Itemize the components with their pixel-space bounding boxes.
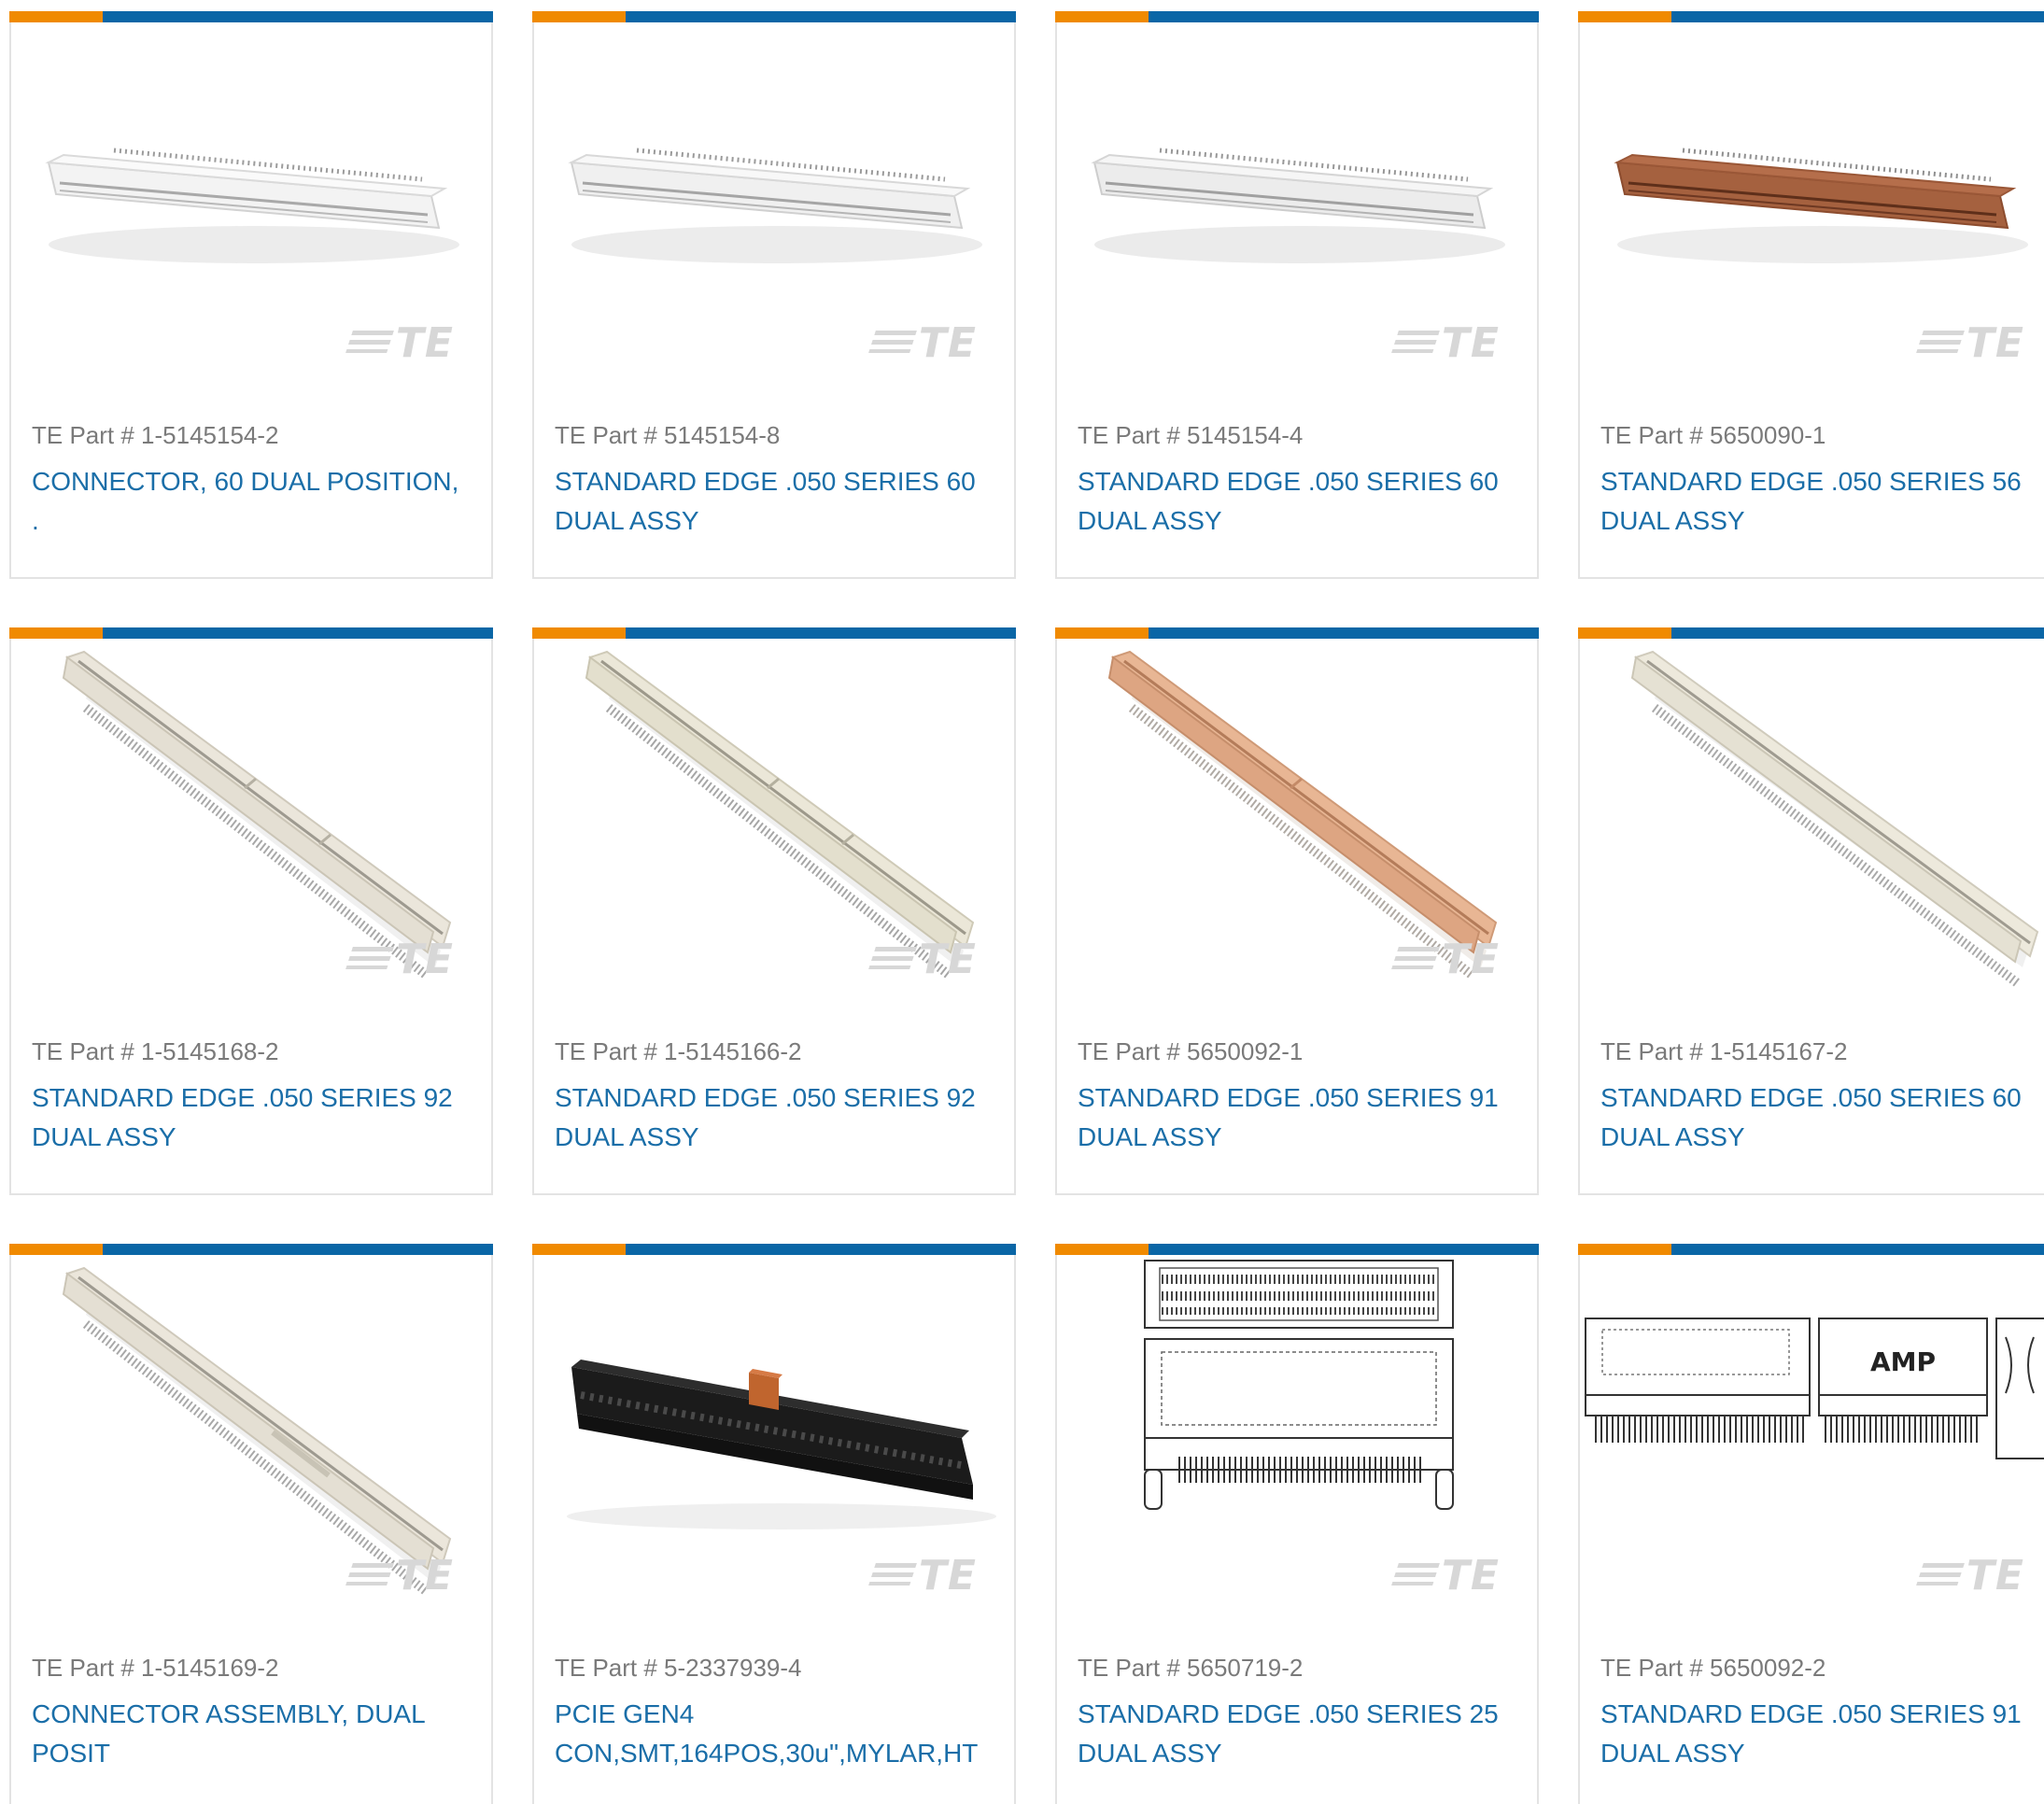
- product-image[interactable]: AMP TE: [1580, 1255, 2044, 1619]
- part-number: TE Part # 5650090-1: [1600, 421, 1826, 449]
- product-title-link[interactable]: STANDARD EDGE .050 SERIES 92 DUAL ASSY: [32, 1078, 471, 1157]
- card-accent-bar: [1578, 627, 2044, 639]
- card-accent-bar: [1055, 11, 1539, 22]
- te-watermark-icon: TE: [345, 936, 454, 983]
- product-card[interactable]: TE TE Part # 5650719-2 STANDARD EDGE .05…: [1055, 1244, 1539, 1804]
- diagonal-connector-cream-icon: [1630, 650, 2039, 988]
- part-number: TE Part # 1-5145168-2: [32, 1037, 279, 1065]
- card-accent-bar: [1578, 11, 2044, 22]
- product-title-link[interactable]: PCIE GEN4 CON,SMT,164POS,30u",MYLAR,HT: [555, 1695, 994, 1773]
- card-accent-bar: [532, 627, 1016, 639]
- card-accent-bar: [532, 1244, 1016, 1255]
- te-watermark-icon: TE: [1391, 1552, 1500, 1600]
- part-number: TE Part # 1-5145154-2: [32, 421, 279, 449]
- product-card[interactable]: TE Part # 1-5145167-2 STANDARD EDGE .050…: [1578, 627, 2044, 1195]
- te-watermark-icon: TE: [345, 1552, 454, 1600]
- product-image[interactable]: TE: [1057, 1255, 1537, 1619]
- card-accent-bar: [1578, 1244, 2044, 1255]
- product-card[interactable]: TE TE Part # 1-5145154-2 CONNECTOR, 60 D…: [9, 11, 493, 579]
- product-title-link[interactable]: STANDARD EDGE .050 SERIES 91 DUAL ASSY: [1600, 1695, 2039, 1773]
- part-number: TE Part # 1-5145167-2: [1600, 1037, 1848, 1065]
- product-image[interactable]: TE: [1057, 639, 1537, 1003]
- part-number: TE Part # 5145154-4: [1078, 421, 1304, 449]
- te-watermark-icon: TE: [345, 319, 454, 367]
- product-title-link[interactable]: CONNECTOR, 60 DUAL POSITION, .: [32, 462, 471, 541]
- product-card[interactable]: TE TE Part # 5145154-8 STANDARD EDGE .05…: [532, 11, 1016, 579]
- card-accent-bar: [9, 11, 493, 22]
- product-card[interactable]: TE TE Part # 5-2337939-4 PCIE GEN4 CON,S…: [532, 1244, 1016, 1804]
- product-image[interactable]: TE: [11, 1255, 491, 1619]
- product-title-link[interactable]: STANDARD EDGE .050 SERIES 60 DUAL ASSY: [1600, 1078, 2039, 1157]
- product-card[interactable]: TE TE Part # 5650090-1 STANDARD EDGE .05…: [1578, 11, 2044, 579]
- product-card[interactable]: TE TE Part # 5145154-4 STANDARD EDGE .05…: [1055, 11, 1539, 579]
- product-card[interactable]: AMP TE TE Part # 5650092-2 STANDARD EDGE…: [1578, 1244, 2044, 1804]
- product-title-link[interactable]: STANDARD EDGE .050 SERIES 92 DUAL ASSY: [555, 1078, 994, 1157]
- product-image[interactable]: TE: [11, 639, 491, 1003]
- part-number: TE Part # 5650092-2: [1600, 1654, 1826, 1682]
- te-watermark-icon: TE: [1916, 319, 2024, 367]
- product-title-link[interactable]: STANDARD EDGE .050 SERIES 60 DUAL ASSY: [1078, 462, 1516, 541]
- product-image[interactable]: TE: [534, 1255, 1014, 1619]
- product-image[interactable]: TE: [1057, 22, 1537, 387]
- part-number: TE Part # 5145154-8: [555, 421, 781, 449]
- part-number: TE Part # 5650719-2: [1078, 1654, 1304, 1682]
- te-watermark-icon: TE: [1391, 936, 1500, 983]
- product-title-link[interactable]: STANDARD EDGE .050 SERIES 60 DUAL ASSY: [555, 462, 994, 541]
- card-accent-bar: [9, 1244, 493, 1255]
- te-watermark-icon: TE: [1916, 1552, 2024, 1600]
- te-watermark-icon: TE: [1391, 319, 1500, 367]
- product-title-link[interactable]: STANDARD EDGE .050 SERIES 56 DUAL ASSY: [1600, 462, 2039, 541]
- part-number: TE Part # 5650092-1: [1078, 1037, 1304, 1065]
- card-accent-bar: [1055, 627, 1539, 639]
- product-image[interactable]: TE: [11, 22, 491, 387]
- product-card[interactable]: TE TE Part # 5650092-1 STANDARD EDGE .05…: [1055, 627, 1539, 1195]
- product-image[interactable]: [1580, 639, 2044, 1003]
- amp-logo-label: AMP: [1870, 1346, 1936, 1377]
- card-accent-bar: [1055, 1244, 1539, 1255]
- part-number: TE Part # 1-5145169-2: [32, 1654, 279, 1682]
- product-title-link[interactable]: STANDARD EDGE .050 SERIES 25 DUAL ASSY: [1078, 1695, 1516, 1773]
- product-grid: TE TE Part # 1-5145154-2 CONNECTOR, 60 D…: [0, 0, 2044, 1804]
- card-accent-bar: [9, 627, 493, 639]
- product-image[interactable]: TE: [534, 639, 1014, 1003]
- product-card[interactable]: TE TE Part # 1-5145168-2 STANDARD EDGE .…: [9, 627, 493, 1195]
- te-watermark-icon: TE: [868, 319, 977, 367]
- product-title-link[interactable]: STANDARD EDGE .050 SERIES 91 DUAL ASSY: [1078, 1078, 1516, 1157]
- part-number: TE Part # 5-2337939-4: [555, 1654, 802, 1682]
- part-number: TE Part # 1-5145166-2: [555, 1037, 802, 1065]
- product-card[interactable]: TE TE Part # 1-5145169-2 CONNECTOR ASSEM…: [9, 1244, 493, 1804]
- product-image[interactable]: TE: [534, 22, 1014, 387]
- te-watermark-icon: TE: [868, 1552, 977, 1600]
- product-image[interactable]: TE: [1580, 22, 2044, 387]
- card-accent-bar: [532, 11, 1016, 22]
- product-card[interactable]: TE TE Part # 1-5145166-2 STANDARD EDGE .…: [532, 627, 1016, 1195]
- te-watermark-icon: TE: [868, 936, 977, 983]
- product-title-link[interactable]: CONNECTOR ASSEMBLY, DUAL POSIT: [32, 1695, 471, 1773]
